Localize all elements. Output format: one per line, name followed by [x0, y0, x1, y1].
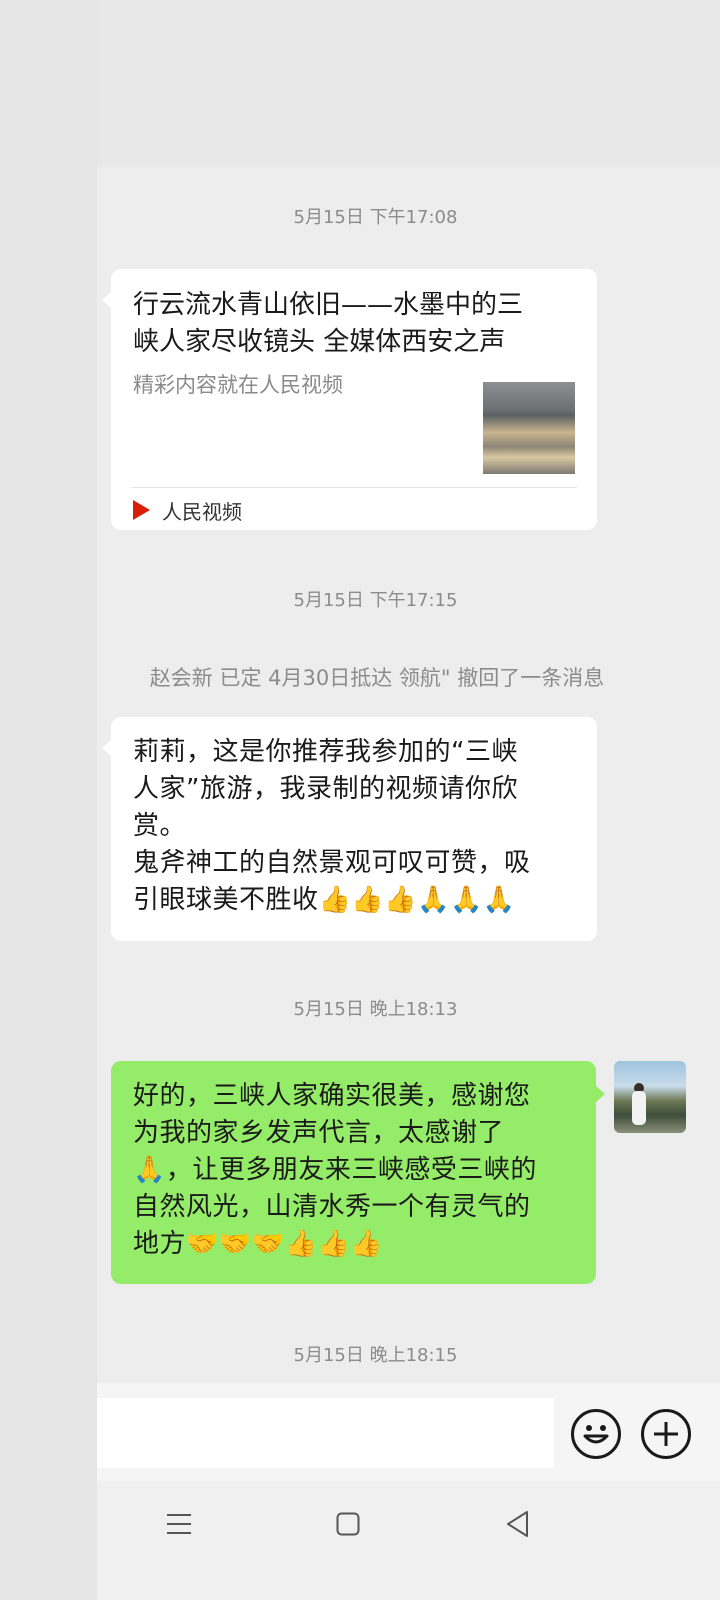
shared-video-card[interactable]: 行云流水青山依旧——水墨中的三 峡人家尽收镜头 全媒体西安之声 精彩内容就在人民… [102, 269, 597, 530]
message-line: 为我的家乡发声代言，太感谢了 [133, 1118, 505, 1148]
message-line: 自然风光，山清水秀一个有灵气的 [133, 1192, 531, 1222]
message-line: 🙏，让更多朋友来三峡感受三峡的 [133, 1155, 537, 1185]
menu-icon[interactable] [166, 1511, 192, 1537]
card-source: 人民视频 [131, 495, 242, 525]
video-thumbnail [483, 382, 575, 474]
back-triangle-icon[interactable] [505, 1510, 529, 1538]
timestamp: 5月15日 晚上18:15 [293, 1345, 458, 1366]
timestamp: 5月15日 下午17:15 [293, 590, 458, 611]
message-input[interactable] [97, 1398, 554, 1468]
home-square-icon[interactable] [336, 1512, 360, 1536]
message-line: 引眼球美不胜收👍👍👍🙏🙏🙏 [133, 885, 516, 915]
recall-notice: 赵会新 已定 4月30日抵达 领航" 撤回了一条消息 [149, 666, 605, 690]
incoming-message-bubble[interactable]: 莉莉，这是你推荐我参加的“三峡 人家”旅游，我录制的视频请你欣 赏。 鬼斧神工的… [102, 717, 597, 941]
card-source-label: 人民视频 [162, 499, 242, 524]
outgoing-message-bubble[interactable]: 好的，三峡人家确实很美，感谢您 为我的家乡发声代言，太感谢了 🙏，让更多朋友来三… [111, 1061, 605, 1284]
system-nav-bar [97, 1481, 720, 1600]
left-background-strip [0, 0, 97, 1600]
avatar-person [632, 1091, 646, 1125]
card-title-line: 峡人家尽收镜头 全媒体西安之声 [133, 327, 506, 357]
message-line: 赏。 [133, 811, 187, 841]
card-title-line: 行云流水青山依旧——水墨中的三 [133, 290, 524, 320]
timestamp: 5月15日 晚上18:13 [293, 999, 458, 1020]
message-line: 地方🤝🤝🤝👍👍👍 [133, 1229, 384, 1259]
message-line: 好的，三峡人家确实很美，感谢您 [133, 1081, 531, 1111]
plus-icon[interactable] [641, 1409, 691, 1459]
message-line: 鬼斧神工的自然景观可叹可赞，吸 [133, 848, 531, 878]
message-line: 人家”旅游，我录制的视频请你欣 [133, 774, 518, 804]
message-line: 莉莉，这是你推荐我参加的“三峡 [133, 737, 518, 767]
card-divider [131, 487, 577, 488]
play-icon [133, 500, 150, 520]
timestamp: 5月15日 下午17:08 [293, 207, 458, 228]
smiley-icon[interactable] [571, 1409, 621, 1459]
avatar[interactable] [614, 1061, 686, 1133]
